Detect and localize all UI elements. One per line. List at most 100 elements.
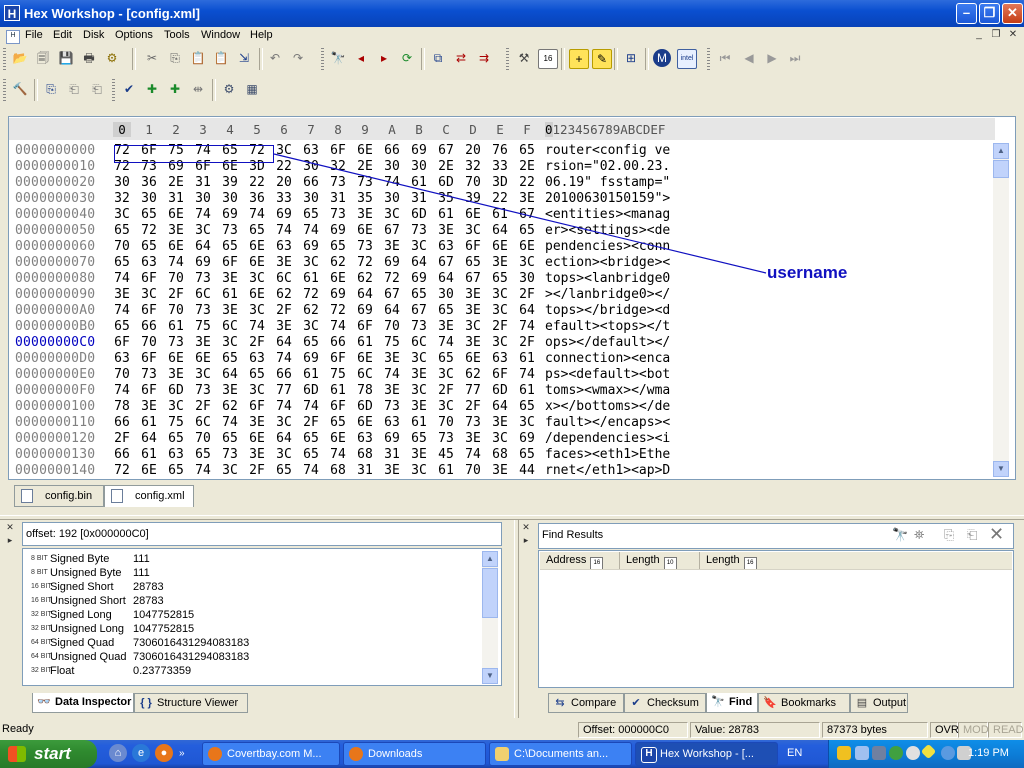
status-ready: Ready [2, 723, 34, 735]
windows-logo-icon [8, 746, 26, 762]
binoculars-icon: 🔭 [711, 696, 725, 708]
column-label: Length [626, 554, 660, 566]
tab-find[interactable]: 🔭 Find [706, 693, 758, 713]
tab-label: Data Inspector [55, 696, 132, 708]
tab-label: Compare [571, 697, 617, 709]
braces-icon: { } [140, 697, 152, 709]
security-shield-icon[interactable] [837, 746, 851, 760]
export-results-icon[interactable]: ⎗ [967, 527, 977, 543]
inspector-offset-field: offset: 192 [0x000000C0] [22, 522, 502, 546]
tab-label: Structure Viewer [157, 697, 239, 709]
annotation-label: username [767, 263, 848, 282]
inspector-value: 28783 [133, 581, 164, 593]
folder-icon [495, 747, 509, 761]
find-results-list[interactable] [538, 550, 1014, 688]
start-button[interactable]: start [0, 740, 97, 768]
find-stop-icon[interactable]: ⛯ [914, 527, 924, 543]
doc-tab-config-bin[interactable]: config.bin [14, 485, 104, 507]
clock: 1:19 PM [968, 747, 1009, 759]
compare-icon: ⇆ [555, 697, 565, 709]
quicklaunch-ie-icon[interactable]: e [132, 744, 150, 762]
tab-label: Checksum [647, 697, 699, 709]
doc-tab-config-xml[interactable]: config.xml [104, 485, 194, 507]
doc-tab-label: config.xml [135, 490, 185, 502]
taskbar-item-hex-workshop[interactable]: H Hex Workshop - [... [635, 742, 778, 766]
status-file-size: 87373 bytes [822, 722, 928, 738]
inspector-value: 7306016431294083183 [133, 637, 250, 649]
find-results-title: Find Results [542, 529, 604, 541]
scroll-down-icon[interactable]: ▼ [482, 668, 498, 684]
taskbar-item-label: C:\Documents an... [514, 748, 609, 760]
inspector-value: 1047752815 [133, 623, 195, 635]
start-label: start [34, 744, 71, 763]
inspector-value: 1047752815 [133, 609, 195, 621]
tab-output[interactable]: ▤ Output [850, 693, 908, 713]
annotation-line [273, 153, 767, 274]
hex-vertical-scrollbar[interactable]: ▲ ▼ [993, 143, 1009, 477]
notification-icon[interactable] [920, 743, 937, 760]
inspector-values-list[interactable]: 8 BIT Signed Byte 111 8 BIT Unsigned Byte 111… [22, 548, 502, 686]
taskbar-item-documents[interactable]: C:\Documents an... [489, 742, 632, 766]
quicklaunch-more-icon[interactable]: » [179, 748, 185, 759]
status-value: Value: 28783 [690, 722, 820, 738]
pane-arrow-icon[interactable]: ▸ [4, 535, 16, 546]
checksum-icon: ✔ [631, 697, 641, 709]
inspector-scrollbar[interactable]: ▲ ▼ [482, 551, 498, 684]
taskbar-item-covertbay[interactable]: Covertbay.com M... [202, 742, 340, 766]
monitor-icon[interactable] [872, 746, 886, 760]
scroll-up-icon[interactable]: ▲ [482, 551, 498, 567]
language-indicator[interactable]: EN [787, 747, 802, 759]
doc-tab-label: config.bin [45, 490, 93, 502]
hex-workshop-icon: H [641, 747, 657, 763]
network-icon[interactable] [855, 746, 869, 760]
find-results-header: Find Results 🔭 ⛯ ⎘ ⎗ ✕ [538, 523, 1014, 549]
document-icon [21, 489, 33, 503]
scroll-thumb[interactable] [993, 160, 1009, 178]
tab-label: Bookmarks [781, 697, 837, 709]
taskbar-item-label: Covertbay.com M... [227, 748, 322, 760]
status-offset: Offset: 000000C0 [578, 722, 688, 738]
quicklaunch-explorer-icon[interactable]: ⌂ [109, 744, 127, 762]
pane-close-icon[interactable]: ✕ [520, 522, 532, 533]
clock-tray-icon[interactable] [906, 746, 920, 760]
bookmark-icon: 🔖 [763, 697, 777, 709]
tab-structure-viewer[interactable]: { } Structure Viewer [134, 693, 248, 713]
inspector-value: 7306016431294083183 [133, 651, 250, 663]
find-binoculars-icon[interactable]: 🔭 [892, 527, 908, 543]
scroll-up-icon[interactable]: ▲ [993, 143, 1009, 159]
clear-results-icon[interactable]: ✕ [989, 524, 1004, 545]
column-length[interactable]: Length 10 [620, 552, 700, 570]
inspector-value: 111 [133, 567, 150, 579]
column-label: Length [706, 554, 740, 566]
tab-bookmarks[interactable]: 🔖 Bookmarks [758, 693, 850, 713]
tab-checksum[interactable]: ✔ Checksum [624, 693, 706, 713]
status-read: READ [988, 722, 1024, 738]
quicklaunch-firefox-icon[interactable]: ● [155, 744, 173, 762]
taskbar-item-downloads[interactable]: Downloads [343, 742, 486, 766]
pane-close-icon[interactable]: ✕ [4, 522, 16, 533]
tab-label: Find [729, 696, 753, 708]
app-tray-icon[interactable] [889, 746, 903, 760]
firefox-icon [349, 747, 363, 761]
inspector-offset-text: offset: 192 [0x000000C0] [26, 528, 149, 540]
scroll-thumb[interactable] [482, 568, 498, 618]
tab-data-inspector[interactable]: 👓 Data Inspector [32, 693, 134, 713]
header-divider [540, 569, 1012, 570]
tab-label: Output [873, 697, 907, 709]
tab-compare[interactable]: ⇆ Compare [548, 693, 624, 713]
inspector-value: 0.23773359 [133, 665, 192, 677]
status-bar: Ready Offset: 000000C0 Value: 28783 8737… [0, 720, 1024, 740]
bluetooth-icon[interactable] [941, 746, 955, 760]
status-mod: MOD [958, 722, 989, 738]
column-address[interactable]: Address 16 [540, 552, 620, 570]
glasses-icon: 👓 [37, 696, 51, 708]
firefox-icon [208, 747, 222, 761]
inspector-value: 28783 [133, 595, 164, 607]
vertical-splitter[interactable] [514, 520, 519, 718]
taskbar-item-label: Hex Workshop - [... [660, 748, 754, 760]
pane-arrow-icon[interactable]: ▸ [520, 535, 532, 546]
scroll-down-icon[interactable]: ▼ [993, 461, 1009, 477]
copy-results-icon[interactable]: ⎘ [944, 527, 954, 543]
column-length-hex[interactable]: Length 16 [700, 552, 1012, 570]
document-icon [111, 489, 123, 503]
